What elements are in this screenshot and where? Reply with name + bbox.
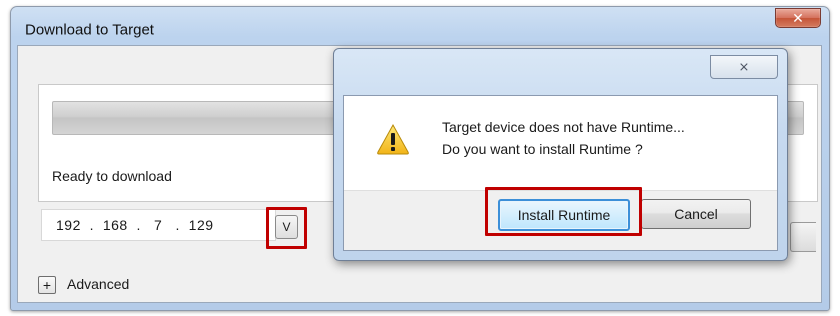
- dialog-message-line-2: Do you want to install Runtime ?: [442, 141, 643, 157]
- ip-address-field[interactable]: 192 . 168 . 7 . 129: [41, 209, 276, 241]
- window-title: Download to Target: [25, 21, 154, 39]
- download-status-text: Ready to download: [52, 168, 172, 184]
- highlight-ip-dropdown: [266, 207, 307, 249]
- ip-octet-4[interactable]: 129: [189, 217, 214, 233]
- cancel-button[interactable]: Cancel: [641, 199, 751, 229]
- dialog-message: Target device does not have Runtime... D…: [442, 116, 685, 160]
- window-close-button[interactable]: ✕: [775, 8, 821, 28]
- advanced-label: Advanced: [67, 276, 130, 292]
- partially-hidden-button[interactable]: [790, 222, 816, 252]
- title-bar[interactable]: Download to Target ✕: [11, 7, 829, 47]
- close-icon: ✕: [792, 9, 804, 26]
- ip-octet-1[interactable]: 192: [56, 217, 81, 233]
- dialog-close-button[interactable]: ⨯: [710, 55, 778, 79]
- dialog-message-line-1: Target device does not have Runtime...: [442, 119, 685, 135]
- ip-octet-3[interactable]: 7: [154, 217, 162, 233]
- highlight-install-runtime: [485, 187, 642, 236]
- warning-icon: [377, 123, 409, 155]
- close-icon: ⨯: [738, 59, 750, 74]
- ip-octet-2[interactable]: 168: [103, 217, 128, 233]
- advanced-expand-button[interactable]: +: [38, 276, 56, 294]
